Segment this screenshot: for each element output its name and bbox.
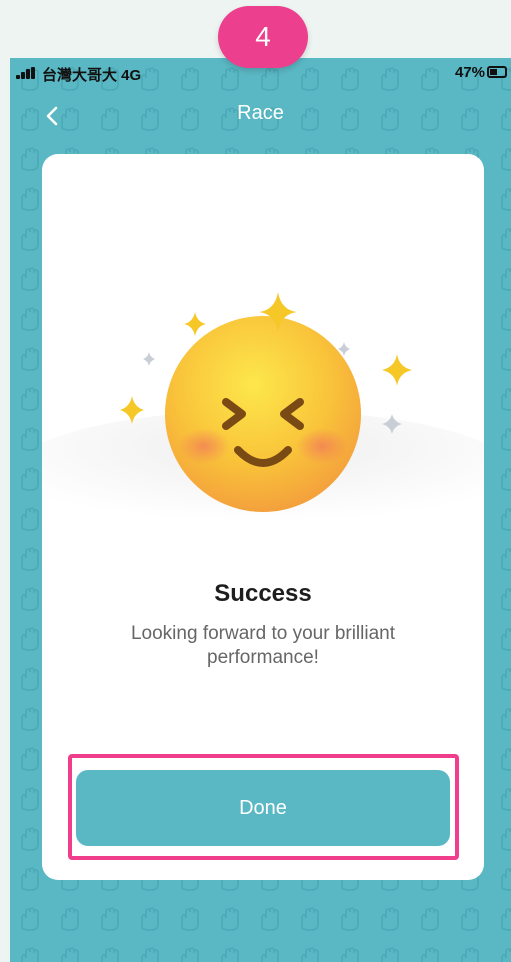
battery-percentage: 47% bbox=[454, 64, 485, 81]
smiling-face-icon bbox=[165, 316, 361, 512]
phone-screen: 台灣大哥大 4G 47% Race Success Looking forwar… bbox=[10, 58, 511, 962]
success-illustration bbox=[42, 292, 484, 534]
success-card: Success Looking forward to your brillian… bbox=[42, 154, 484, 880]
battery-icon bbox=[487, 66, 507, 78]
success-title: Success bbox=[214, 580, 312, 607]
success-message: Looking forward to your brilliant perfor… bbox=[130, 623, 396, 668]
done-button[interactable]: Done bbox=[76, 770, 450, 846]
signal-strength-icon bbox=[16, 67, 38, 79]
navigation-bar: Race bbox=[10, 96, 511, 136]
page-title: Race bbox=[237, 102, 284, 124]
step-number-badge: 4 bbox=[218, 6, 308, 68]
carrier-name: 台灣大哥大 4G bbox=[42, 67, 142, 84]
